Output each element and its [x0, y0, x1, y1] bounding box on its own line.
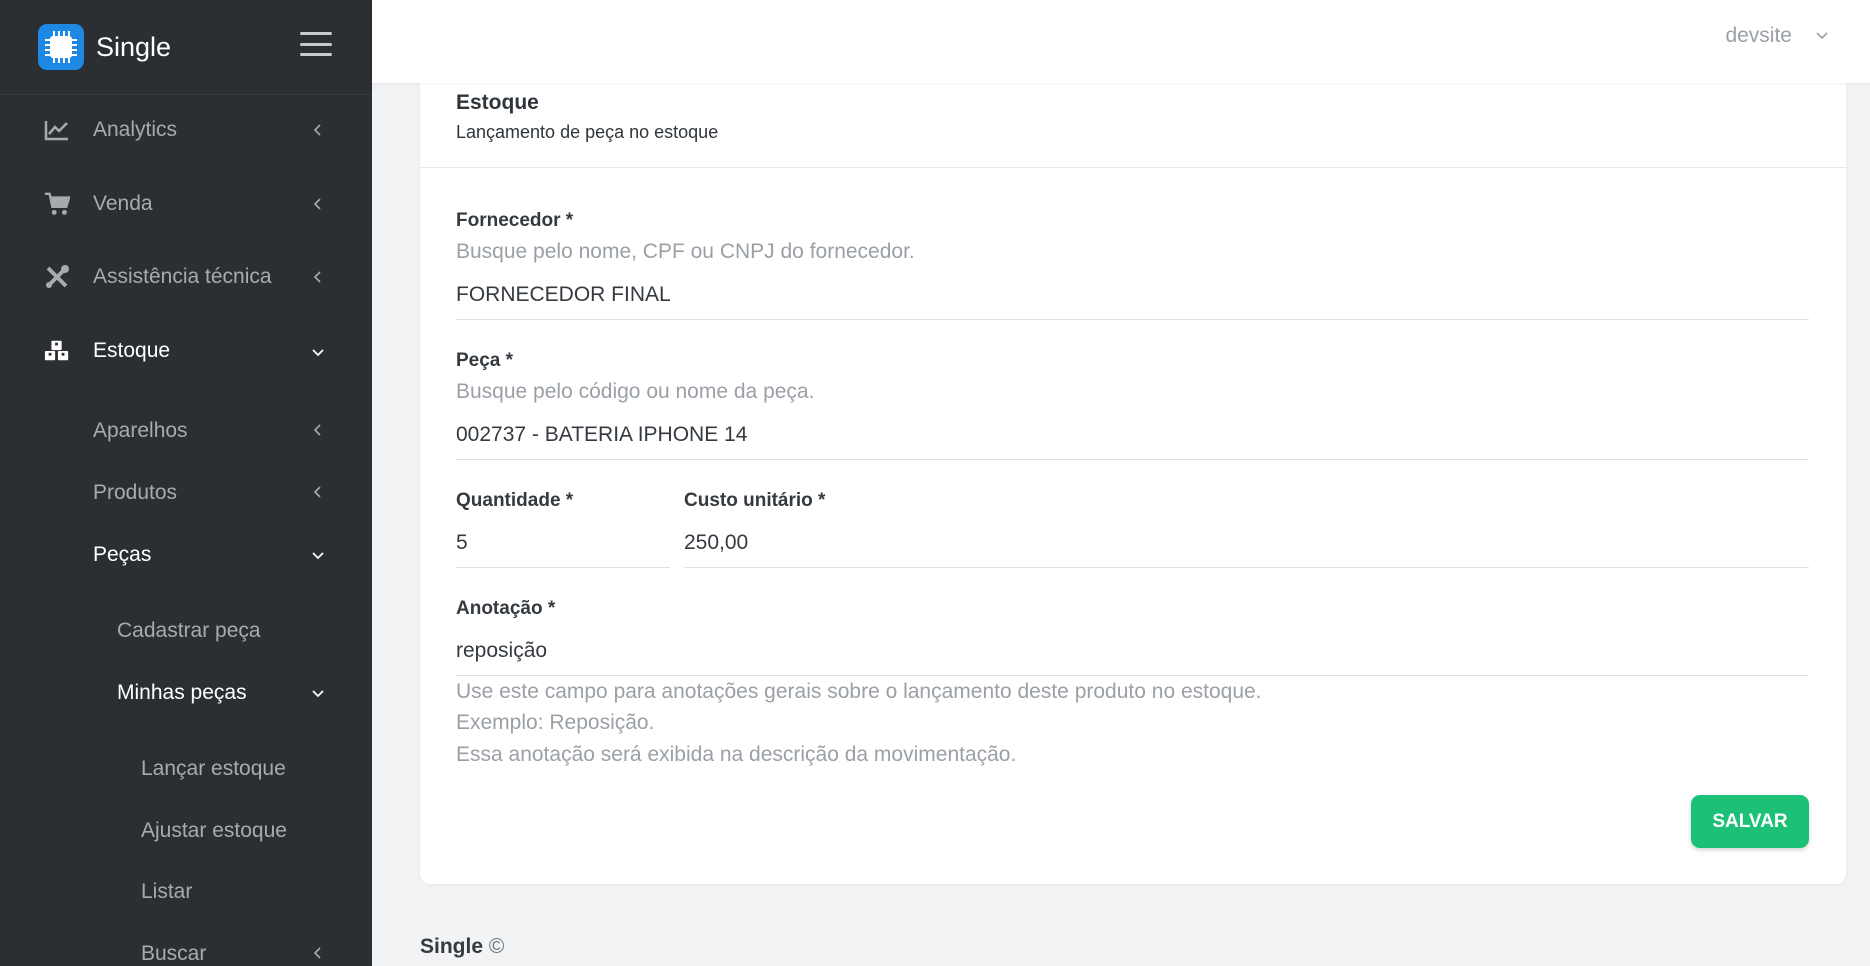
brand-name[interactable]: Single [96, 32, 171, 63]
footer: Single © [420, 935, 504, 959]
sidebar-item-label: Cadastrar peça [117, 619, 261, 642]
user-menu[interactable]: devsite [1725, 24, 1830, 48]
sidebar-item-listar[interactable]: Listar [0, 871, 372, 911]
unit-cost-input[interactable]: 250,00 [684, 526, 1809, 566]
brand: Single [0, 0, 372, 95]
note-underline [456, 675, 1809, 676]
tools-icon [44, 264, 70, 290]
sidebar-item-minhas-pecas[interactable]: Minhas peças [0, 672, 372, 712]
sidebar: Single Analytics Venda Assistência técni… [0, 0, 372, 966]
boxes-icon [44, 338, 70, 364]
part-input[interactable]: 002737 - BATERIA IPHONE 14 [456, 418, 1809, 458]
supplier-value: FORNECEDOR FINAL [456, 283, 671, 306]
chevron-left-icon [313, 424, 321, 436]
quantity-input[interactable]: 5 [456, 526, 670, 566]
note-help-line: Exemplo: Reposição. [456, 711, 655, 734]
sidebar-item-buscar[interactable]: Buscar [0, 933, 372, 966]
card-subtitle: Lançamento de peça no estoque [456, 122, 719, 142]
supplier-input[interactable]: FORNECEDOR FINAL [456, 278, 1809, 318]
sidebar-item-label: Peças [93, 543, 152, 566]
supplier-label: Fornecedor * [456, 210, 574, 231]
supplier-underline [456, 319, 1809, 320]
footer-brand: Single [420, 935, 484, 958]
sidebar-item-label: Minhas peças [117, 681, 247, 704]
unit-cost-label: Custo unitário * [684, 490, 826, 511]
part-hint: Busque pelo código ou nome da peça. [456, 380, 815, 403]
quantity-label: Quantidade * [456, 490, 574, 511]
sidebar-item-label: Produtos [93, 481, 178, 504]
part-label: Peça * [456, 350, 514, 371]
chevron-left-icon [313, 486, 321, 498]
topbar: devsite [372, 0, 1870, 83]
sidebar-item-pecas[interactable]: Peças [0, 534, 372, 574]
sidebar-item-cadastrar-peca[interactable]: Cadastrar peça [0, 610, 372, 650]
save-button[interactable]: SALVAR [1691, 795, 1809, 848]
chevron-down-icon [312, 690, 324, 698]
sidebar-item-estoque[interactable]: Estoque [0, 329, 372, 373]
part-underline [456, 459, 1809, 460]
chevron-left-icon [313, 947, 321, 959]
copyright-symbol: © [488, 935, 505, 958]
chevron-left-icon [313, 271, 321, 283]
unit-cost-underline [684, 567, 1809, 568]
chevron-left-icon [313, 124, 321, 136]
hamburger-menu-icon[interactable] [300, 32, 332, 56]
cart-icon [44, 191, 70, 217]
quantity-underline [456, 567, 670, 568]
part-value: 002737 - BATERIA IPHONE 14 [456, 423, 748, 446]
sidebar-item-aparelhos[interactable]: Aparelhos [0, 410, 372, 450]
sidebar-item-label: Ajustar estoque [141, 819, 287, 842]
sidebar-item-label: Assistência técnica [93, 265, 272, 288]
sidebar-item-ajustar-estoque[interactable]: Ajustar estoque [0, 810, 372, 850]
sidebar-item-lancar-estoque[interactable]: Lançar estoque [0, 748, 372, 788]
note-input[interactable]: reposição [456, 634, 1809, 674]
sidebar-item-analytics[interactable]: Analytics [0, 108, 372, 152]
chevron-down-icon [1816, 32, 1828, 40]
sidebar-item-label: Buscar [141, 942, 207, 965]
supplier-hint: Busque pelo nome, CPF ou CNPJ do fornece… [456, 240, 915, 263]
sidebar-item-venda[interactable]: Venda [0, 182, 372, 226]
quantity-value: 5 [456, 531, 468, 554]
sidebar-item-label: Estoque [93, 339, 171, 362]
note-value: reposição [456, 639, 548, 662]
unit-cost-value: 250,00 [684, 531, 749, 554]
chevron-left-icon [313, 198, 321, 210]
user-name: devsite [1725, 24, 1792, 47]
card-title: Estoque [456, 91, 539, 114]
chip-logo-icon[interactable] [38, 24, 84, 70]
note-help-line: Essa anotação será exibida na descrição … [456, 743, 1017, 766]
note-label: Anotação * [456, 598, 556, 619]
sidebar-item-assistencia-tecnica[interactable]: Assistência técnica [0, 255, 372, 299]
note-help-line: Use este campo para anotações gerais sob… [456, 680, 1262, 703]
chevron-down-icon [312, 349, 324, 357]
sidebar-item-label: Lançar estoque [141, 757, 286, 780]
chart-line-icon [44, 117, 70, 143]
sidebar-item-produtos[interactable]: Produtos [0, 472, 372, 512]
chevron-down-icon [312, 552, 324, 560]
sidebar-item-label: Analytics [93, 118, 178, 141]
sidebar-item-label: Venda [93, 192, 153, 215]
sidebar-item-label: Aparelhos [93, 419, 188, 442]
sidebar-item-label: Listar [141, 880, 193, 903]
